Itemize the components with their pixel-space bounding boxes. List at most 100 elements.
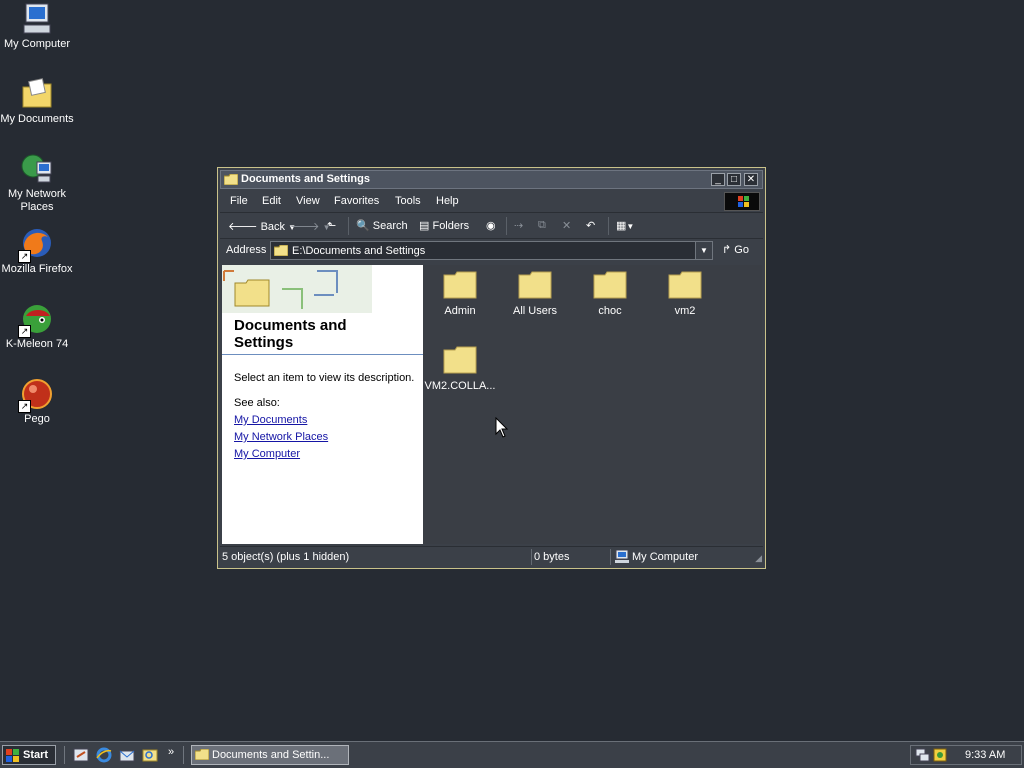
address-value: E:\Documents and Settings (292, 245, 426, 257)
documents-folder-icon (20, 77, 54, 111)
desktop-icon-label: Pego (24, 413, 50, 425)
network-places-icon (20, 152, 54, 186)
back-button[interactable]: 🡐 Back ▼ (228, 219, 296, 233)
history-button[interactable]: ◉ (486, 219, 496, 232)
copy-to-icon: ⧉ (538, 219, 546, 231)
forward-button[interactable]: 🡒 ▼ (290, 219, 330, 233)
desktop-icon-label: My Network Places (7, 188, 67, 213)
security-tray-icon[interactable] (933, 748, 947, 765)
chevron-down-icon: ▼ (626, 222, 635, 231)
close-icon: ✕ (746, 174, 756, 185)
taskbar-button-documents-and-settings[interactable]: Documents and Settin... (191, 745, 349, 765)
link-my-computer[interactable]: My Computer (234, 448, 300, 460)
folder-label: VM2.COLLA... (424, 380, 496, 392)
desktop-icon-my-network-places[interactable]: My Network Places (0, 152, 74, 214)
back-arrow-icon: 🡐 (228, 221, 258, 233)
go-arrow-icon: ↱ (722, 244, 732, 256)
toolbar: 🡐 Back ▼ 🡒 ▼ ⬑ 🔍 Search ▤ Folders ◉ ⇢ ⧉ … (220, 214, 763, 239)
taskbar-button-label: Documents and Settin... (212, 749, 330, 761)
taskbar-separator (64, 746, 65, 764)
quicklaunch-show-desktop[interactable] (73, 747, 89, 763)
desktop-icon-label: My Computer (3, 38, 71, 50)
windows-logo-icon (6, 749, 20, 765)
menu-help[interactable]: Help (436, 195, 459, 207)
desktop-icon-my-documents[interactable]: My Documents (0, 77, 74, 126)
quicklaunch-overflow-chevron[interactable]: » (168, 746, 174, 758)
folders-icon: ▤ (419, 220, 430, 232)
toolbar-separator (608, 217, 609, 235)
quicklaunch-outlook-express[interactable] (119, 747, 135, 763)
close-button[interactable]: ✕ (744, 173, 758, 186)
move-to-icon: ⇢ (514, 220, 524, 232)
folder-item-admin[interactable]: Admin (423, 271, 497, 317)
maximize-icon: □ (730, 174, 738, 185)
explorer-window[interactable]: Documents and Settings _ □ ✕ File Edit V… (217, 167, 766, 569)
shortcut-arrow-icon: ↗ (18, 400, 31, 413)
folder-label: choc (598, 305, 622, 317)
title-bar[interactable]: Documents and Settings _ □ ✕ (220, 170, 763, 189)
chevron-down-icon: ▼ (700, 246, 708, 255)
up-folder-button[interactable]: ⬑ (327, 219, 336, 232)
quicklaunch-internet-explorer[interactable] (96, 747, 112, 763)
resize-grip-icon[interactable]: ◢ (755, 553, 762, 564)
delete-button[interactable]: ✕ (562, 219, 571, 232)
toolbar-separator (348, 217, 349, 235)
window-title: Documents and Settings (241, 173, 370, 185)
desktop-icon-k-meleon[interactable]: ↗ K-Meleon 74 (0, 302, 74, 351)
link-my-documents[interactable]: My Documents (234, 414, 307, 426)
folders-label: Folders (432, 220, 470, 232)
desktop-icon-label: K-Meleon 74 (5, 338, 69, 350)
address-dropdown-button[interactable]: ▼ (695, 242, 712, 259)
folder-item-vm2-colla[interactable]: VM2.COLLA... (423, 346, 497, 392)
menu-favorites[interactable]: Favorites (334, 195, 379, 207)
windows-logo-icon (724, 192, 760, 211)
desktop-icon-mozilla-firefox[interactable]: ↗ Mozilla Firefox (0, 227, 74, 276)
status-size: 0 bytes (534, 551, 570, 563)
start-button[interactable]: Start (2, 745, 56, 765)
desktop-icon-pego[interactable]: ↗ Pego (0, 377, 74, 426)
taskbar: Start » Documents and Settin... 9:33 AM (0, 741, 1024, 768)
folder-item-all-users[interactable]: All Users (498, 271, 572, 317)
menu-view[interactable]: View (296, 195, 320, 207)
minimize-icon: _ (715, 174, 721, 185)
folders-button[interactable]: ▤ Folders (419, 219, 469, 232)
folder-label: vm2 (674, 305, 696, 317)
mouse-cursor-icon (495, 417, 509, 438)
search-button[interactable]: 🔍 Search (356, 219, 408, 232)
folder-view[interactable]: Admin All Users choc vm2 VM2.COLLA... (423, 265, 762, 544)
undo-button[interactable]: ↶ (586, 219, 595, 232)
network-tray-icon[interactable] (915, 748, 931, 765)
go-label: Go (734, 244, 749, 256)
menu-edit[interactable]: Edit (262, 195, 281, 207)
shortcut-arrow-icon: ↗ (18, 250, 31, 263)
copy-to-button[interactable]: ⧉ (538, 219, 546, 232)
outlook-express-icon (119, 750, 135, 762)
task-pane-description: Select an item to view its description. (234, 372, 415, 384)
kmeleon-icon: ↗ (18, 302, 54, 338)
go-button[interactable]: ↱ Go (722, 243, 749, 256)
folder-icon (223, 173, 239, 186)
folder-item-vm2[interactable]: vm2 (648, 271, 722, 317)
folder-label: Admin (444, 305, 476, 317)
folder-label: All Users (512, 305, 557, 317)
minimize-button[interactable]: _ (711, 173, 725, 186)
move-to-button[interactable]: ⇢ (514, 219, 523, 232)
address-input[interactable]: E:\Documents and Settings ▼ (270, 241, 713, 260)
menu-file[interactable]: File (230, 195, 248, 207)
computer-icon (20, 2, 54, 36)
pego-icon: ↗ (18, 377, 54, 413)
status-bar: 5 object(s) (plus 1 hidden) 0 bytes My C… (220, 546, 763, 567)
toolbar-separator (506, 217, 507, 235)
views-button[interactable]: ▦▼ (616, 219, 634, 232)
link-my-network-places[interactable]: My Network Places (234, 431, 328, 443)
status-object-count: 5 object(s) (plus 1 hidden) (222, 551, 350, 563)
desktop-icon-my-computer[interactable]: My Computer (0, 2, 74, 51)
maximize-button[interactable]: □ (727, 173, 741, 186)
quicklaunch-explorer[interactable] (142, 747, 158, 763)
internet-explorer-icon (96, 747, 112, 763)
clock: 9:33 AM (965, 749, 1006, 761)
menu-tools[interactable]: Tools (395, 195, 421, 207)
folder-item-choc[interactable]: choc (573, 271, 647, 317)
views-icon: ▦ (616, 220, 627, 232)
back-label: Back (260, 221, 286, 233)
